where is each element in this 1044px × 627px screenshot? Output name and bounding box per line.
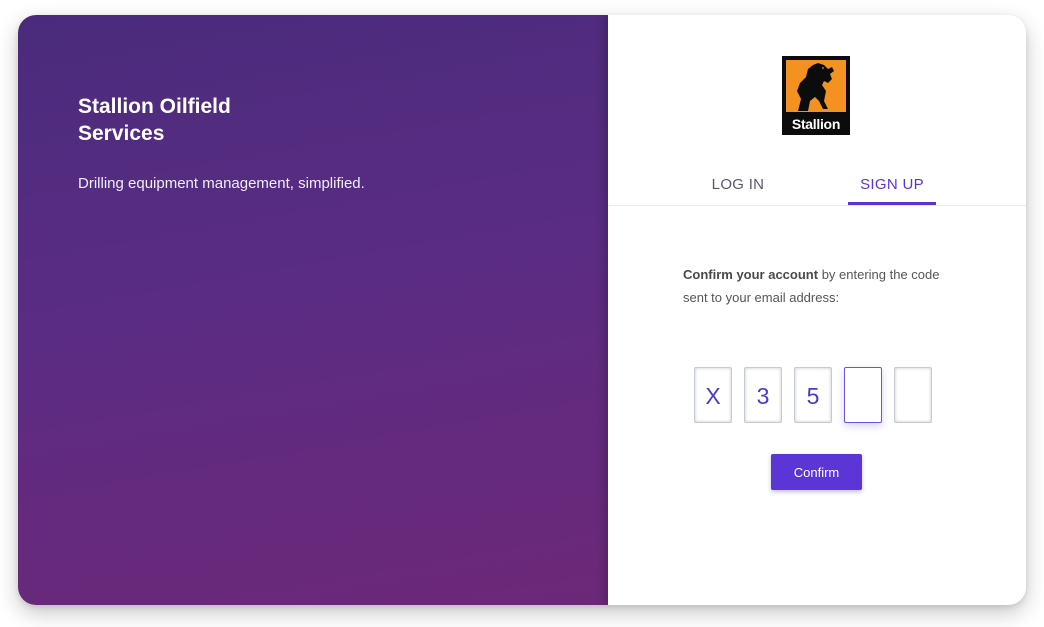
code-digit-3[interactable]: 5 <box>794 367 832 423</box>
code-digit-2[interactable]: 3 <box>744 367 782 423</box>
code-digit-1[interactable]: X <box>694 367 732 423</box>
instructions-text-line1: by entering the code <box>818 267 940 282</box>
verification-code-row: X 3 5 <box>694 367 934 425</box>
instructions-emphasis: Confirm your account <box>683 267 819 282</box>
instructions-text-line2: sent to your email address: <box>683 290 840 305</box>
hero-subtitle: Drilling equipment management, simplifie… <box>78 175 365 192</box>
auth-tabs: LOG IN SIGN UP <box>608 165 1026 206</box>
tab-sign-up[interactable]: SIGN UP <box>848 165 936 205</box>
hero-title: Stallion Oilfield Services <box>78 95 231 145</box>
auth-panel: Stallion LOG IN SIGN UP Confirm your acc… <box>608 15 1026 605</box>
horse-icon <box>797 63 834 111</box>
confirm-button[interactable]: Confirm <box>771 454 862 490</box>
tab-log-in[interactable]: LOG IN <box>694 165 782 205</box>
hero-panel: Stallion Oilfield Services Drilling equi… <box>18 15 608 605</box>
code-digit-5[interactable] <box>894 367 932 423</box>
auth-card: Stallion Oilfield Services Drilling equi… <box>18 15 1026 605</box>
logo-text: Stallion <box>791 116 841 132</box>
confirm-instructions: Confirm your account by entering the cod… <box>683 263 953 309</box>
code-digit-4[interactable] <box>844 367 882 423</box>
stallion-logo: Stallion <box>782 56 850 135</box>
